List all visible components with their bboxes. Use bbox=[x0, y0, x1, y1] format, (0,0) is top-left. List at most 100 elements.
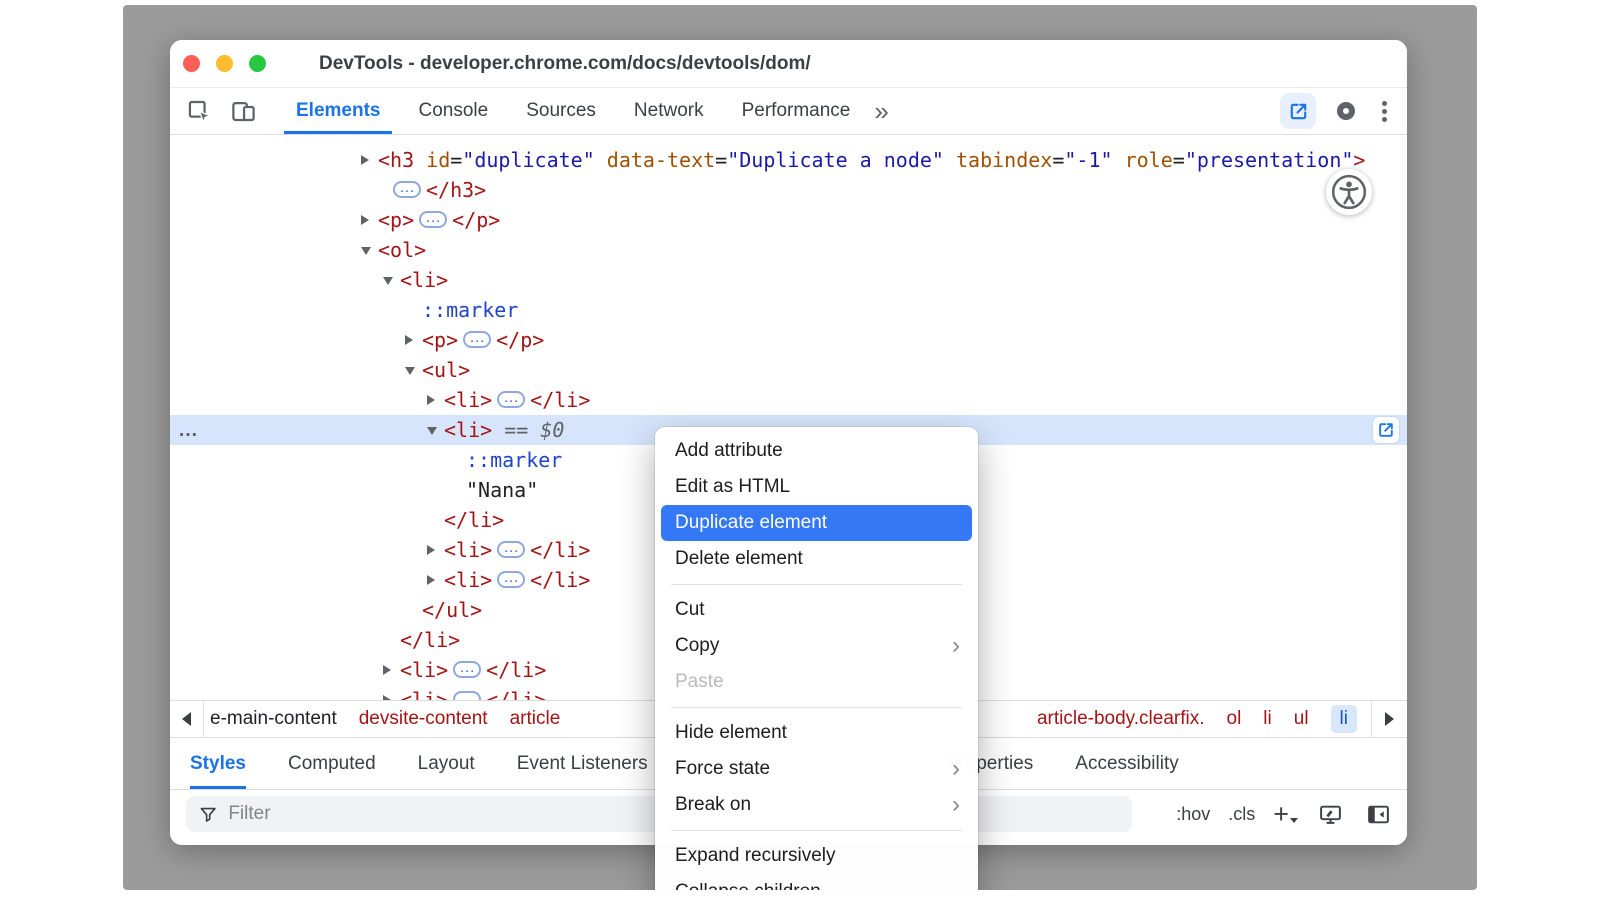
menu-item-expand-recursively[interactable]: Expand recursively bbox=[661, 838, 972, 874]
window-title: DevTools - developer.chrome.com/docs/dev… bbox=[319, 53, 811, 75]
menu-item-delete-element[interactable]: Delete element bbox=[661, 541, 972, 577]
menu-item-label: Break on bbox=[675, 794, 751, 815]
breadcrumb-item-li[interactable]: li bbox=[1263, 708, 1271, 730]
breadcrumb-right: article-body.clearfix.olliulli bbox=[1037, 705, 1357, 733]
inline-expand-button[interactable]: … bbox=[497, 571, 525, 588]
submenu-chevron-icon: › bbox=[952, 629, 960, 663]
breadcrumb-item-e-main-content[interactable]: e-main-content bbox=[210, 708, 337, 730]
dom-row[interactable]: <li> bbox=[170, 265, 1407, 295]
menu-separator bbox=[671, 707, 962, 708]
dom-row[interactable]: <ul> bbox=[170, 355, 1407, 385]
kebab-menu-icon[interactable] bbox=[1382, 109, 1387, 114]
inline-expand-button[interactable]: … bbox=[497, 391, 525, 408]
code-token: </p> bbox=[452, 208, 500, 232]
window-controls bbox=[183, 55, 266, 72]
minimize-window-button[interactable] bbox=[216, 55, 233, 72]
inline-expand-button[interactable]: … bbox=[453, 691, 481, 700]
menu-item-label: Cut bbox=[675, 599, 705, 620]
close-window-button[interactable] bbox=[183, 55, 200, 72]
menu-item-copy[interactable]: Copy› bbox=[661, 628, 972, 664]
window-titlebar: DevTools - developer.chrome.com/docs/dev… bbox=[170, 40, 1407, 88]
expand-arrow-icon[interactable] bbox=[427, 545, 435, 555]
expand-arrow-icon[interactable] bbox=[383, 665, 391, 675]
code-token: = bbox=[450, 148, 462, 172]
zoom-window-button[interactable] bbox=[249, 55, 266, 72]
toggle-sidebar-icon[interactable] bbox=[1363, 799, 1393, 829]
inline-expand-button[interactable]: … bbox=[453, 661, 481, 678]
breadcrumb-item-article-body-clearfix-[interactable]: article-body.clearfix. bbox=[1037, 708, 1205, 730]
paint-monitor-icon[interactable] bbox=[1315, 799, 1345, 829]
dom-row[interactable]: … </h3> bbox=[170, 175, 1407, 205]
inspect-element-icon[interactable] bbox=[184, 96, 214, 126]
breadcrumb-item-li[interactable]: li bbox=[1331, 705, 1357, 733]
toolbar-highlight-button[interactable] bbox=[1280, 93, 1316, 129]
tab-console[interactable]: Console bbox=[406, 88, 500, 134]
panel-tab-styles[interactable]: Styles bbox=[190, 738, 246, 789]
inline-expand-button[interactable]: … bbox=[463, 331, 491, 348]
toolbar-left-icons bbox=[184, 88, 258, 134]
panel-tab-computed[interactable]: Computed bbox=[288, 738, 376, 789]
node-badge-icon[interactable] bbox=[1373, 417, 1399, 443]
breadcrumb-item-ul[interactable]: ul bbox=[1294, 708, 1309, 730]
panel-tab-layout[interactable]: Layout bbox=[418, 738, 475, 789]
menu-item-edit-as-html[interactable]: Edit as HTML bbox=[661, 469, 972, 505]
dom-row[interactable]: <li>…</li> bbox=[170, 385, 1407, 415]
code-token: ::marker bbox=[466, 448, 562, 472]
code-token: $0 bbox=[540, 418, 564, 442]
panel-tab-event-listeners[interactable]: Event Listeners bbox=[517, 738, 648, 789]
breadcrumb-item-devsite-content[interactable]: devsite-content bbox=[359, 708, 488, 730]
menu-item-label: Hide element bbox=[675, 722, 787, 743]
expand-arrow-icon[interactable] bbox=[361, 155, 369, 165]
inline-expand-button[interactable]: … bbox=[497, 541, 525, 558]
accessibility-overlay-icon[interactable] bbox=[1326, 169, 1372, 215]
tab-sources[interactable]: Sources bbox=[514, 88, 608, 134]
new-style-rule-button[interactable]: + bbox=[1273, 802, 1297, 826]
inline-expand-button[interactable]: … bbox=[419, 211, 447, 228]
device-toolbar-icon[interactable] bbox=[228, 96, 258, 126]
settings-gear-icon[interactable] bbox=[1334, 99, 1358, 123]
dom-row[interactable]: <p>…</p> bbox=[170, 205, 1407, 235]
expand-arrow-icon[interactable] bbox=[427, 575, 435, 585]
code-token: </h3> bbox=[426, 178, 486, 202]
tab-elements[interactable]: Elements bbox=[284, 88, 392, 134]
menu-item-force-state[interactable]: Force state› bbox=[661, 751, 972, 787]
breadcrumb-scroll-left-button[interactable] bbox=[170, 701, 204, 737]
collapse-arrow-icon[interactable] bbox=[427, 427, 437, 435]
dom-row[interactable]: <h3 id="duplicate" data-text="Duplicate … bbox=[170, 145, 1407, 175]
dom-row[interactable]: <p>…</p> bbox=[170, 325, 1407, 355]
toggle-element-state-button[interactable]: :hov bbox=[1176, 804, 1210, 825]
collapse-arrow-icon[interactable] bbox=[405, 367, 415, 375]
more-tabs-icon[interactable]: » bbox=[874, 88, 888, 134]
expand-arrow-icon[interactable] bbox=[405, 335, 413, 345]
menu-item-duplicate-element[interactable]: Duplicate element bbox=[661, 505, 972, 541]
dom-row[interactable]: ::marker bbox=[170, 295, 1407, 325]
code-token: </li> bbox=[400, 628, 460, 652]
dom-row[interactable]: <ol> bbox=[170, 235, 1407, 265]
panel-tab-accessibility[interactable]: Accessibility bbox=[1075, 738, 1178, 789]
row-options-icon[interactable]: … bbox=[178, 415, 199, 445]
menu-item-hide-element[interactable]: Hide element bbox=[661, 715, 972, 751]
breadcrumb-item-ol[interactable]: ol bbox=[1227, 708, 1242, 730]
menu-item-add-attribute[interactable]: Add attribute bbox=[661, 433, 972, 469]
chevron-right-icon bbox=[1385, 712, 1394, 726]
code-token: > bbox=[1353, 148, 1365, 172]
collapse-arrow-icon[interactable] bbox=[383, 277, 393, 285]
collapse-arrow-icon[interactable] bbox=[361, 247, 371, 255]
tab-performance[interactable]: Performance bbox=[730, 88, 863, 134]
element-classes-button[interactable]: .cls bbox=[1228, 804, 1255, 825]
code-token: data-text bbox=[595, 148, 715, 172]
breadcrumb-item-article[interactable]: article bbox=[510, 708, 561, 730]
breadcrumb-scroll-right-button[interactable] bbox=[1371, 701, 1407, 737]
menu-item-collapse-children[interactable]: Collapse children bbox=[661, 874, 972, 890]
styles-toolbar-controls: :hov .cls + bbox=[1176, 796, 1393, 832]
menu-item-label: Collapse children bbox=[675, 881, 821, 890]
menu-item-cut[interactable]: Cut bbox=[661, 592, 972, 628]
inline-expand-button[interactable]: … bbox=[393, 181, 421, 198]
code-token: <li> bbox=[400, 658, 448, 682]
expand-arrow-icon[interactable] bbox=[427, 395, 435, 405]
code-token: <li> bbox=[400, 268, 448, 292]
caret-down-icon bbox=[1290, 818, 1298, 823]
menu-item-break-on[interactable]: Break on› bbox=[661, 787, 972, 823]
expand-arrow-icon[interactable] bbox=[361, 215, 369, 225]
tab-network[interactable]: Network bbox=[622, 88, 716, 134]
